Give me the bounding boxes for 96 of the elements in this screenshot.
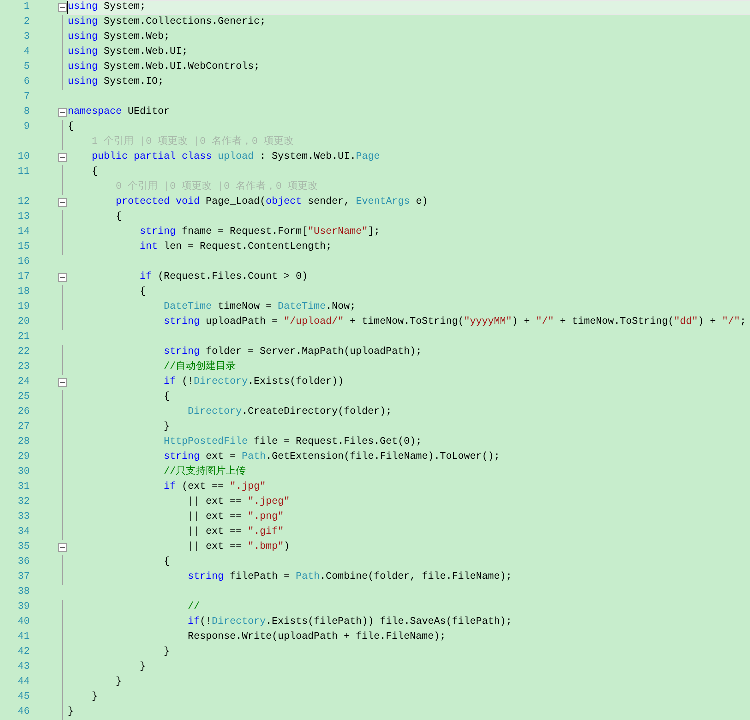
line-number: 10 <box>18 151 31 165</box>
code-line: } <box>140 661 146 674</box>
code-line: { <box>140 286 146 299</box>
line-number: 39 <box>18 601 31 615</box>
line-number: 14 <box>18 226 31 240</box>
collapse-icon[interactable] <box>58 108 67 117</box>
code-line: using System.IO; <box>68 76 164 89</box>
line-number: 25 <box>18 391 31 405</box>
line-number: 27 <box>18 421 31 435</box>
line-number: 41 <box>18 631 31 645</box>
line-number: 28 <box>18 436 31 450</box>
code-line: public partial class upload : System.Web.UI.Page <box>92 151 380 164</box>
code-line: string folder = Server.MapPath(uploadPath); <box>164 346 422 359</box>
line-number: 37 <box>18 571 31 585</box>
line-number: 3 <box>24 31 31 45</box>
code-line: if(!Directory.Exists(filePath)) file.SaveAs(filePath); <box>188 616 512 629</box>
line-number: 12 <box>18 196 31 210</box>
line-number: 8 <box>24 106 31 120</box>
code-line: HttpPostedFile file = Request.Files.Get(0); <box>164 436 422 449</box>
code-line: if (ext == ".jpg" <box>164 481 266 494</box>
line-number: 31 <box>18 481 31 495</box>
collapse-icon[interactable] <box>58 198 67 207</box>
line-number: 40 <box>18 616 31 630</box>
code-line: if (Request.Files.Count > 0) <box>140 271 308 284</box>
code-line: || ext == ".jpeg" <box>188 496 290 509</box>
code-line: } <box>116 676 122 689</box>
code-line: Directory.CreateDirectory(folder); <box>188 406 392 419</box>
code-line: { <box>164 391 170 404</box>
line-number: 34 <box>18 526 31 540</box>
code-line: { <box>116 211 122 224</box>
code-line: { <box>164 556 170 569</box>
code-line: string ext = Path.GetExtension(file.FileName).ToLower(); <box>164 451 500 464</box>
line-number: 19 <box>18 301 31 315</box>
code-line: DateTime timeNow = DateTime.Now; <box>164 301 356 314</box>
line-number: 15 <box>18 241 31 255</box>
code-line: } <box>68 706 74 719</box>
code-line: || ext == ".bmp") <box>188 541 290 554</box>
code-line: || ext == ".gif" <box>188 526 284 539</box>
line-number: 9 <box>24 121 31 135</box>
line-number: 21 <box>18 331 31 345</box>
line-number: 24 <box>18 376 31 390</box>
line-number: 1 <box>24 1 31 15</box>
line-number: 46 <box>18 706 31 720</box>
line-number: 16 <box>18 256 31 270</box>
line-number: 43 <box>18 661 31 675</box>
code-line: string filePath = Path.Combine(folder, file.FileName); <box>188 571 512 584</box>
code-line: || ext == ".png" <box>188 511 284 524</box>
code-line: using System; <box>68 1 146 14</box>
code-line: using System.Web.UI.WebControls; <box>68 61 260 74</box>
line-number: 30 <box>18 466 31 480</box>
code-line: } <box>92 691 98 704</box>
line-number: 23 <box>18 361 31 375</box>
code-line: } <box>164 646 170 659</box>
collapse-icon[interactable] <box>58 273 67 282</box>
code-line: Response.Write(uploadPath + file.FileName); <box>188 631 446 644</box>
code-line: int len = Request.ContentLength; <box>140 241 332 254</box>
line-number: 36 <box>18 556 31 570</box>
line-number: 29 <box>18 451 31 465</box>
line-number: 11 <box>18 166 31 180</box>
code-line: // <box>188 601 200 614</box>
line-number: 18 <box>18 286 31 300</box>
line-number: 42 <box>18 646 31 660</box>
code-line: using System.Collections.Generic; <box>68 16 266 29</box>
line-number: 7 <box>24 91 31 105</box>
line-number: 32 <box>18 496 31 510</box>
line-number: 26 <box>18 406 31 420</box>
code-line: //只支持图片上传 <box>164 466 246 479</box>
code-line: string uploadPath = "/upload/" + timeNow.ToString("yyyyMM") + "/" + timeNow.ToString("dd") + "/"; <box>164 316 746 329</box>
code-line: namespace UEditor <box>68 106 170 119</box>
code-line: protected void Page_Load(object sender, EventArgs e) <box>116 196 428 209</box>
line-number: 4 <box>24 46 31 60</box>
line-number: 6 <box>24 76 31 90</box>
line-number: 35 <box>18 541 31 555</box>
text-cursor <box>67 1 68 14</box>
line-number: 38 <box>18 586 31 600</box>
collapse-icon[interactable] <box>58 3 67 12</box>
code-line: using System.Web; <box>68 31 170 44</box>
code-line: { <box>92 166 98 179</box>
line-number: 44 <box>18 676 31 690</box>
collapse-icon[interactable] <box>58 543 67 552</box>
line-number: 45 <box>18 691 31 705</box>
collapse-icon[interactable] <box>58 153 67 162</box>
line-number: 20 <box>18 316 31 330</box>
code-line: { <box>68 121 74 134</box>
line-number: 13 <box>18 211 31 225</box>
code-line: } <box>164 421 170 434</box>
line-number: 22 <box>18 346 31 360</box>
line-number: 33 <box>18 511 31 525</box>
code-line: string fname = Request.Form["UserName"]; <box>140 226 380 239</box>
collapse-icon[interactable] <box>58 378 67 387</box>
code-line: if (!Directory.Exists(folder)) <box>164 376 344 389</box>
line-number: 5 <box>24 61 31 75</box>
line-number: 2 <box>24 16 31 30</box>
line-number: 17 <box>18 271 31 285</box>
code-line: //自动创建目录 <box>164 361 236 374</box>
code-line: using System.Web.UI; <box>68 46 188 59</box>
